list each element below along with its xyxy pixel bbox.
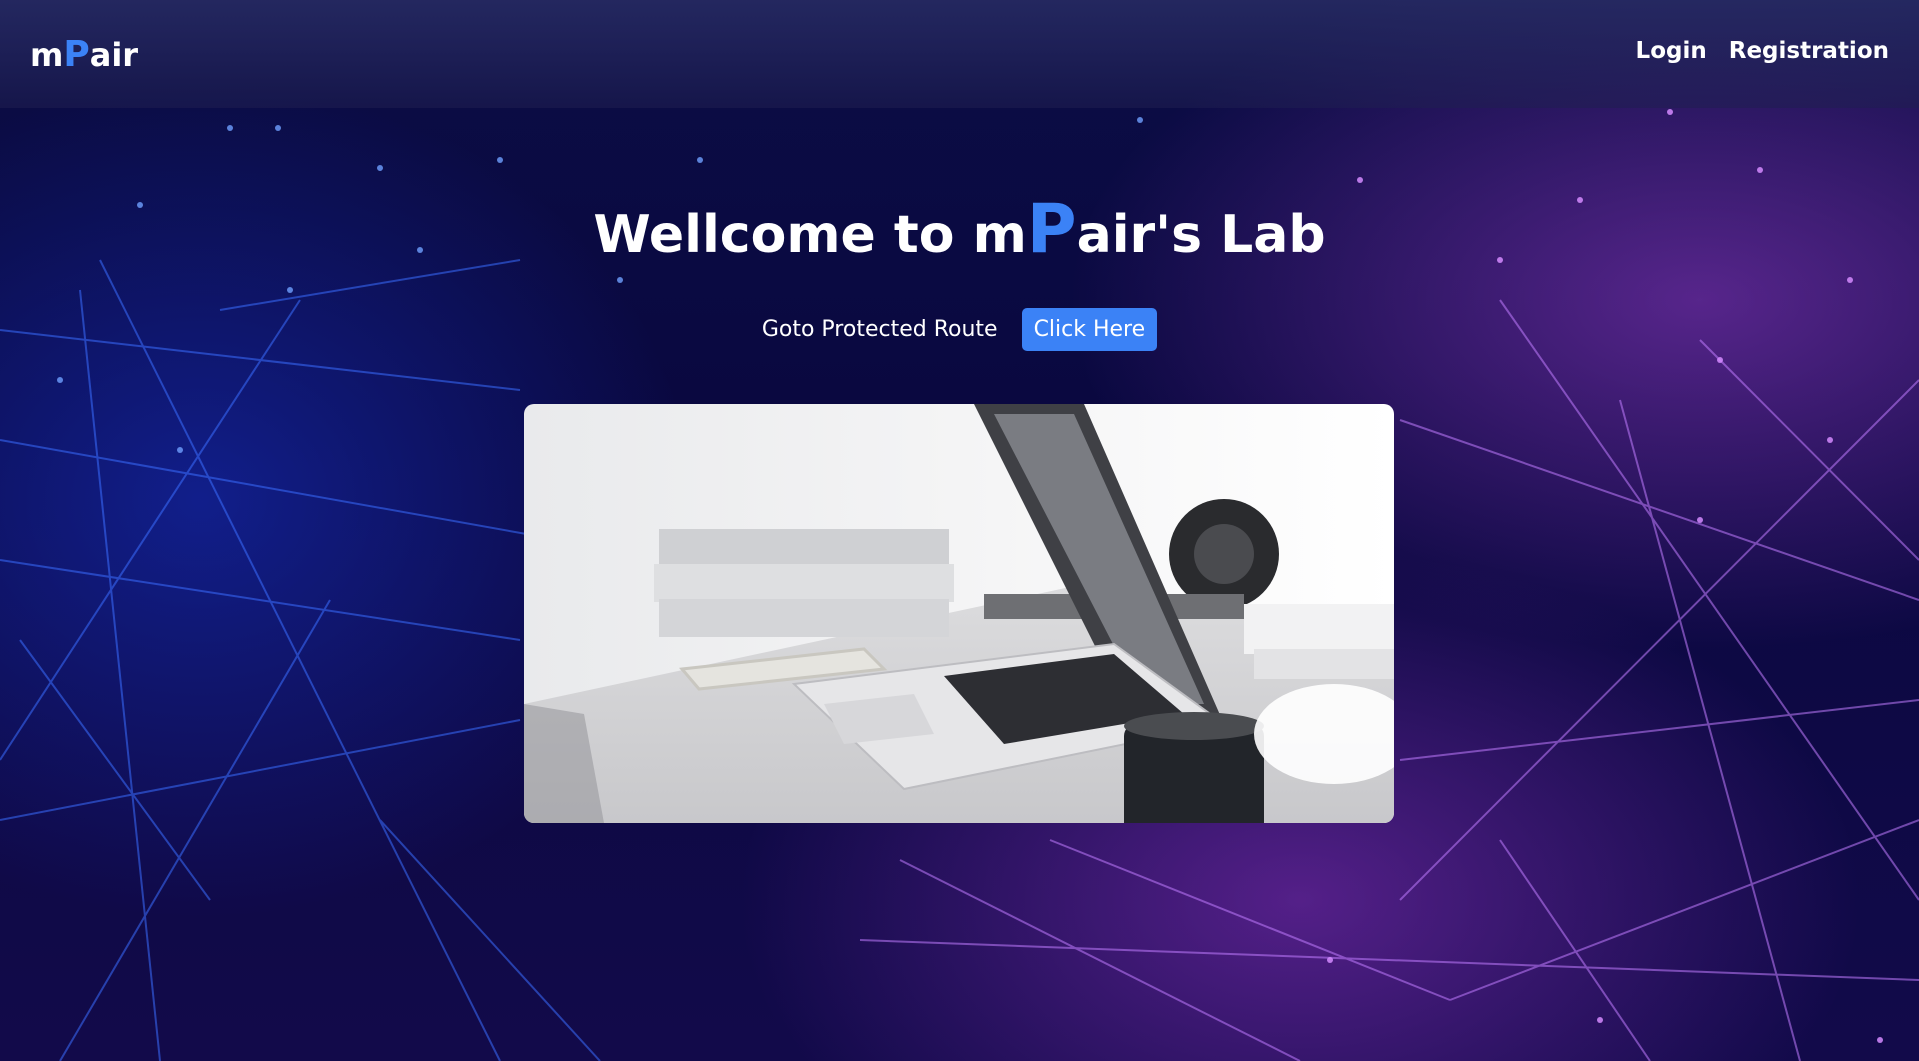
laptop-desk-illustration (524, 404, 1394, 823)
hero-image (524, 404, 1394, 823)
protected-route-label: Goto Protected Route (761, 317, 998, 342)
brand-logo[interactable]: mPair (30, 34, 138, 75)
protected-route-row: Goto Protected Route Click Here (0, 308, 1919, 351)
title-prefix: Wellcome to m (593, 205, 1027, 265)
login-link[interactable]: Login (1636, 38, 1707, 64)
brand-suffix: air (89, 36, 139, 74)
registration-link[interactable]: Registration (1729, 38, 1889, 64)
title-accent: P (1026, 190, 1077, 269)
brand-prefix: m (30, 36, 64, 74)
title-suffix: air's Lab (1076, 205, 1326, 265)
page-title: Wellcome to mPair's Lab (0, 190, 1919, 269)
click-here-button[interactable]: Click Here (1021, 308, 1158, 351)
brand-accent: P (63, 34, 90, 75)
navbar: mPair Login Registration (0, 0, 1919, 108)
nav-links: Login Registration (1636, 38, 1889, 64)
